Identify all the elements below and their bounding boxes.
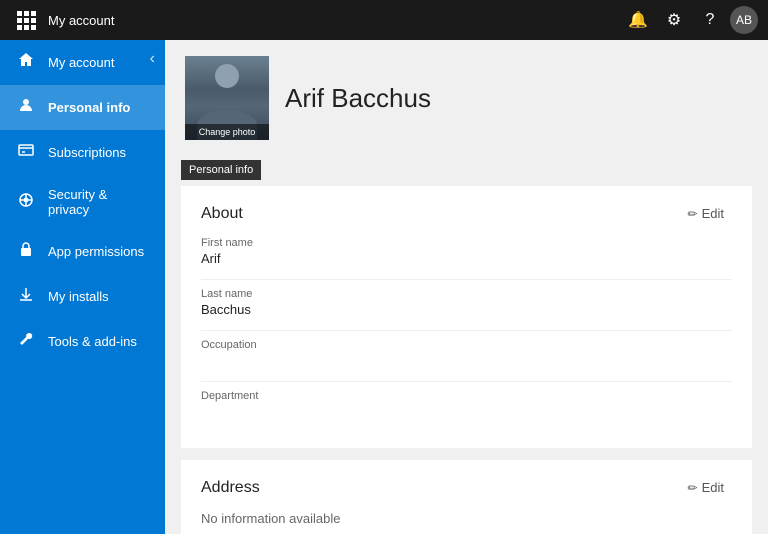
main-layout: ‹ My account Personal info: [0, 40, 768, 534]
download-icon: [16, 286, 36, 307]
apps-grid-button[interactable]: [10, 4, 42, 36]
department-field: Department: [201, 390, 732, 422]
sidebar-collapse-button[interactable]: ‹: [150, 50, 155, 68]
about-card-header: About ✏ Edit: [201, 202, 732, 225]
tooltip-wrap: Personal info: [181, 160, 261, 178]
address-edit-button[interactable]: ✏ Edit: [680, 476, 732, 499]
grid-icon: [17, 11, 36, 30]
department-label: Department: [201, 390, 732, 402]
profile-header: Change photo Arif Bacchus: [165, 40, 768, 152]
about-title: About: [201, 205, 243, 223]
occupation-label: Occupation: [201, 339, 732, 351]
settings-icon[interactable]: ⚙: [658, 4, 690, 36]
sidebar-item-personal-info-label: Personal info: [48, 100, 130, 115]
sidebar-item-app-permissions[interactable]: App permissions: [0, 229, 165, 274]
firstname-field: First name Arif: [201, 237, 732, 269]
occupation-field: Occupation: [201, 339, 732, 371]
avatar-initials: AB: [736, 13, 752, 27]
pencil-icon-address: ✏: [688, 481, 698, 495]
sidebar-item-app-permissions-label: App permissions: [48, 244, 144, 259]
topbar: My account 🔔 ⚙ ? AB: [0, 0, 768, 40]
address-card: Address ✏ Edit No information available: [181, 460, 752, 534]
sidebar-item-security-privacy[interactable]: Security & privacy: [0, 175, 165, 229]
about-card: About ✏ Edit First name Arif Last name B…: [181, 186, 752, 448]
department-value: [201, 404, 732, 422]
occupation-value: [201, 353, 732, 371]
about-edit-label: Edit: [702, 206, 724, 221]
sidebar-item-my-account[interactable]: My account: [0, 40, 165, 85]
personal-info-tooltip: Personal info: [181, 160, 261, 180]
home-icon: [16, 52, 36, 73]
lastname-label: Last name: [201, 288, 732, 300]
sidebar-item-security-privacy-label: Security & privacy: [48, 187, 149, 217]
sidebar-item-subscriptions[interactable]: Subscriptions: [0, 130, 165, 175]
lastname-value: Bacchus: [201, 302, 732, 320]
profile-name: Arif Bacchus: [285, 83, 431, 114]
address-edit-label: Edit: [702, 480, 724, 495]
security-icon: [16, 192, 36, 213]
sidebar-item-tools-addins-label: Tools & add-ins: [48, 334, 137, 349]
content-area: Change photo Arif Bacchus Personal info …: [165, 40, 768, 534]
sidebar-item-subscriptions-label: Subscriptions: [48, 145, 126, 160]
address-no-info: No information available: [201, 511, 732, 526]
lastname-field: Last name Bacchus: [201, 288, 732, 320]
sidebar-item-my-installs-label: My installs: [48, 289, 109, 304]
sidebar-item-tools-addins[interactable]: Tools & add-ins: [0, 319, 165, 364]
profile-photo-container: Change photo: [185, 56, 269, 140]
user-avatar[interactable]: AB: [730, 6, 758, 34]
lock-icon: [16, 241, 36, 262]
topbar-title: My account: [48, 13, 622, 28]
person-icon: [16, 97, 36, 118]
firstname-value: Arif: [201, 251, 732, 269]
sidebar: ‹ My account Personal info: [0, 40, 165, 534]
topbar-actions: 🔔 ⚙ ? AB: [622, 4, 758, 36]
notifications-icon[interactable]: 🔔: [622, 4, 654, 36]
about-edit-button[interactable]: ✏ Edit: [680, 202, 732, 225]
sidebar-item-my-installs[interactable]: My installs: [0, 274, 165, 319]
address-card-header: Address ✏ Edit: [201, 476, 732, 499]
sidebar-item-personal-info[interactable]: Personal info: [0, 85, 165, 130]
sidebar-item-my-account-label: My account: [48, 55, 114, 70]
change-photo-button[interactable]: Change photo: [185, 124, 269, 140]
address-title: Address: [201, 479, 260, 497]
subscriptions-icon: [16, 142, 36, 163]
pencil-icon: ✏: [688, 207, 698, 221]
tools-icon: [16, 331, 36, 352]
firstname-label: First name: [201, 237, 732, 249]
help-icon[interactable]: ?: [694, 4, 726, 36]
